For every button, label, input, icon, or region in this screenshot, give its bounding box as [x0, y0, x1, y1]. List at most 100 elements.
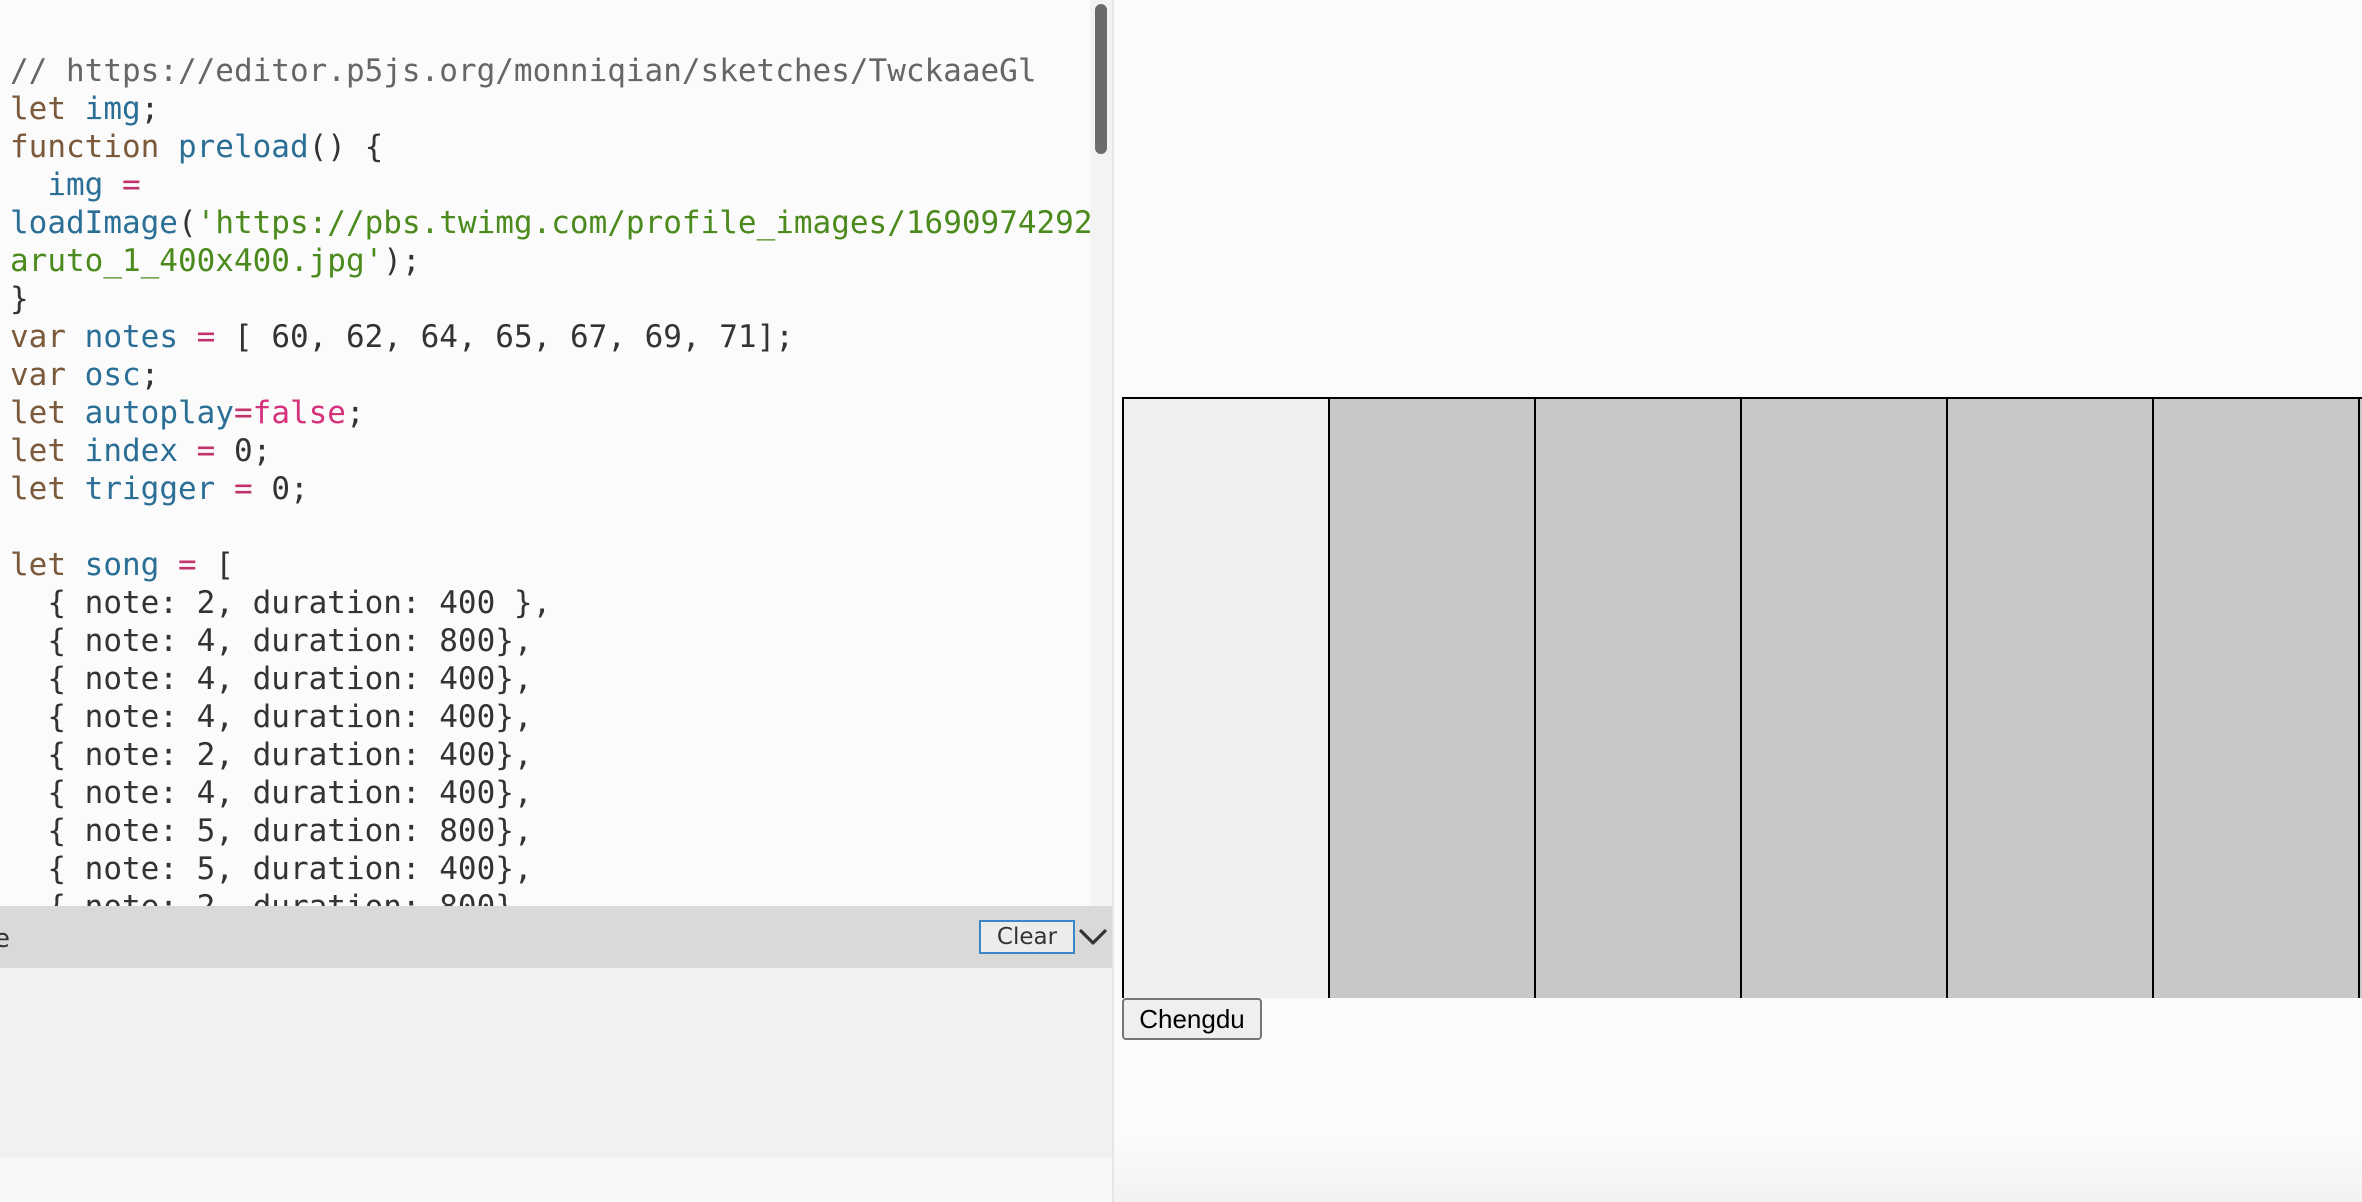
- console-header: e Clear: [0, 906, 1112, 968]
- code-token: img: [47, 167, 104, 203]
- key-column[interactable]: [1536, 399, 1742, 998]
- code-token: =: [178, 319, 234, 355]
- console-clear-button[interactable]: Clear: [979, 920, 1075, 954]
- code-token: =: [178, 433, 234, 469]
- code-token: loadImage: [10, 205, 178, 241]
- code-line[interactable]: let trigger = 0;: [10, 470, 1112, 508]
- chevron-down-icon: [1079, 929, 1107, 945]
- code-token: (: [177, 205, 197, 241]
- code-token: notes: [84, 319, 178, 355]
- code-line[interactable]: var osc;: [10, 356, 1112, 394]
- code-token: { note: 2, duration: 400},: [10, 737, 533, 773]
- code-token: ;: [140, 357, 160, 393]
- code-token: [: [215, 547, 234, 583]
- code-token: { note: 2, duration: 400 },: [10, 585, 552, 621]
- code-token: trigger: [84, 471, 216, 507]
- code-line[interactable]: let img;: [10, 90, 1112, 128]
- code-line[interactable]: { note: 4, duration: 800},: [10, 622, 1112, 660]
- code-token: 'https://pbs.twimg.com/profile_images/16…: [196, 205, 1112, 241]
- console-title: e: [0, 924, 10, 954]
- p5-editor-window: // https://editor.p5js.org/monniqian/ske…: [0, 0, 2362, 1202]
- code-line[interactable]: loadImage('https://pbs.twimg.com/profile…: [10, 204, 1112, 242]
- code-token: ;: [140, 91, 160, 127]
- code-content[interactable]: // https://editor.p5js.org/monniqian/ske…: [10, 52, 1112, 906]
- code-token: let: [10, 395, 66, 431]
- code-token: let: [10, 547, 66, 583]
- code-line[interactable]: { note: 4, duration: 400},: [10, 774, 1112, 812]
- code-token: var: [10, 319, 66, 355]
- code-line[interactable]: // https://editor.p5js.org/monniqian/ske…: [10, 52, 1112, 90]
- key-column[interactable]: [1124, 399, 1330, 998]
- sketch-canvas-keys[interactable]: [1122, 397, 2362, 998]
- code-token: [ 60, 62, 64, 65, 67, 69, 71];: [234, 319, 794, 355]
- code-line[interactable]: }: [10, 280, 1112, 318]
- code-token: // https://editor.p5js.org/monniqian/ske…: [10, 53, 1037, 89]
- code-line[interactable]: { note: 4, duration: 400},: [10, 698, 1112, 736]
- editor-scrollbar-thumb[interactable]: [1095, 4, 1107, 154]
- key-column[interactable]: [2154, 399, 2360, 998]
- code-token: { note: 4, duration: 400},: [10, 661, 533, 697]
- code-line[interactable]: { note: 4, duration: 400},: [10, 660, 1112, 698]
- chengdu-button[interactable]: Chengdu: [1122, 998, 1262, 1040]
- code-token: osc: [84, 357, 141, 393]
- preview-bottom-edge: [1114, 1140, 2362, 1202]
- code-line[interactable]: function preload() {: [10, 128, 1112, 166]
- code-token: );: [383, 243, 421, 279]
- code-token: =: [159, 547, 216, 583]
- code-token: =: [103, 167, 141, 203]
- editor-bottom-strip: [0, 1158, 1112, 1202]
- code-token: function: [10, 129, 160, 165]
- code-line[interactable]: { note: 2, duration: 400},: [10, 736, 1112, 774]
- code-token: }: [10, 281, 29, 317]
- console-output: [0, 968, 1112, 1158]
- code-line[interactable]: var notes = [ 60, 62, 64, 65, 67, 69, 71…: [10, 318, 1112, 356]
- code-token: var: [10, 357, 66, 393]
- key-column[interactable]: [1330, 399, 1536, 998]
- key-column[interactable]: [1742, 399, 1948, 998]
- code-token: { note: 5, duration: 800},: [10, 813, 533, 849]
- code-token: =: [215, 471, 272, 507]
- code-line[interactable]: { note: 2, duration: 800},: [10, 888, 1112, 906]
- code-line[interactable]: img =: [10, 166, 1112, 204]
- code-token: 0;: [234, 433, 272, 469]
- code-line[interactable]: { note: 5, duration: 400},: [10, 850, 1112, 888]
- code-line[interactable]: let index = 0;: [10, 432, 1112, 470]
- code-token: let: [10, 471, 66, 507]
- code-token: { note: 4, duration: 400},: [10, 775, 533, 811]
- code-line[interactable]: let autoplay=false;: [10, 394, 1112, 432]
- code-token: preload: [177, 129, 309, 165]
- code-line[interactable]: { note: 2, duration: 400 },: [10, 584, 1112, 622]
- code-token: false: [252, 395, 346, 431]
- code-token: =: [233, 395, 253, 431]
- code-token: () {: [308, 129, 384, 165]
- code-token: 0;: [271, 471, 309, 507]
- code-token: aruto_1_400x400.jpg': [10, 243, 384, 279]
- code-line[interactable]: aruto_1_400x400.jpg');: [10, 242, 1112, 280]
- console-collapse-button[interactable]: [1076, 920, 1110, 954]
- code-token: let: [10, 91, 66, 127]
- code-token: img: [84, 91, 141, 127]
- code-token: { note: 2, duration: 800},: [10, 889, 532, 906]
- code-token: { note: 4, duration: 400},: [10, 699, 533, 735]
- code-token: { note: 5, duration: 400},: [10, 851, 533, 887]
- code-token: index: [84, 433, 178, 469]
- code-token: { note: 4, duration: 800},: [10, 623, 533, 659]
- code-token: autoplay: [84, 395, 234, 431]
- code-token: let: [10, 433, 66, 469]
- code-token: song: [84, 547, 160, 583]
- code-editor[interactable]: // https://editor.p5js.org/monniqian/ske…: [0, 0, 1112, 906]
- code-line[interactable]: let song = [: [10, 546, 1112, 584]
- key-column[interactable]: [1948, 399, 2154, 998]
- code-line[interactable]: { note: 5, duration: 800},: [10, 812, 1112, 850]
- code-line[interactable]: [10, 508, 1112, 546]
- code-token: ;: [345, 395, 365, 431]
